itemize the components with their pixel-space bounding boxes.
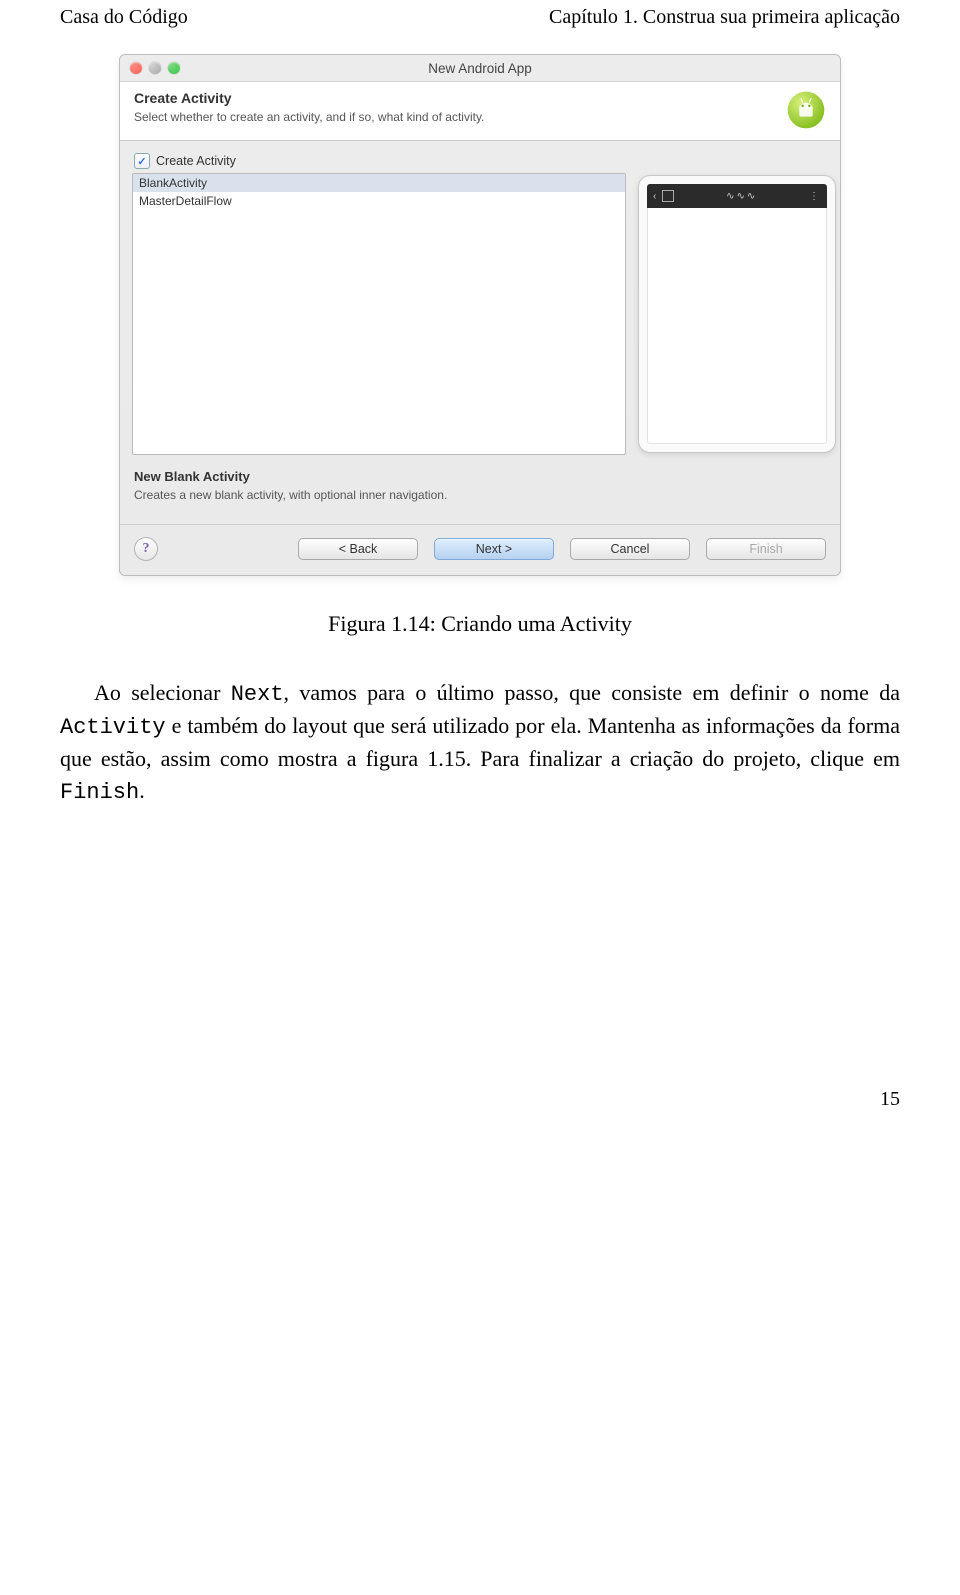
wizard-dialog: New Android App Create Activity Select w… xyxy=(119,54,841,576)
finish-button: Finish xyxy=(706,538,826,560)
preview-body xyxy=(647,208,827,444)
next-button[interactable]: Next > xyxy=(434,538,554,560)
android-icon xyxy=(786,90,826,130)
desc-sub: Creates a new blank activity, with optio… xyxy=(134,488,828,502)
back-icon: ‹ xyxy=(653,191,656,202)
app-icon xyxy=(662,190,674,202)
titlebar: New Android App xyxy=(120,55,840,82)
cancel-button[interactable]: Cancel xyxy=(570,538,690,560)
checkbox-label: Create Activity xyxy=(156,154,236,168)
list-item[interactable]: MasterDetailFlow xyxy=(133,192,625,210)
header-left: Casa do Código xyxy=(60,6,188,29)
figure-caption: Figura 1.14: Criando uma Activity xyxy=(60,611,900,637)
header-right: Capítulo 1. Construa sua primeira aplica… xyxy=(549,6,900,29)
help-button[interactable]: ? xyxy=(134,537,158,561)
title-placeholder-icon: ∿∿∿ xyxy=(680,191,803,202)
code-activity: Activity xyxy=(60,715,166,740)
checkbox-icon: ✓ xyxy=(134,153,150,169)
window-title: New Android App xyxy=(120,61,840,76)
create-activity-checkbox[interactable]: ✓ Create Activity xyxy=(132,149,626,173)
desc-heading: New Blank Activity xyxy=(134,469,828,484)
banner-sub: Select whether to create an activity, an… xyxy=(134,110,484,124)
paragraph: Ao selecionar Next, vamos para o último … xyxy=(60,677,900,808)
overflow-icon: ⋮ xyxy=(809,191,821,202)
page-number: 15 xyxy=(60,1088,900,1111)
close-icon[interactable] xyxy=(130,62,142,74)
activity-type-list[interactable]: BlankActivity MasterDetailFlow xyxy=(132,173,626,455)
help-icon: ? xyxy=(143,541,150,557)
banner-heading: Create Activity xyxy=(134,90,484,106)
body-text: Ao selecionar Next, vamos para o último … xyxy=(60,677,900,808)
zoom-icon[interactable] xyxy=(168,62,180,74)
activity-description: New Blank Activity Creates a new blank a… xyxy=(120,455,840,524)
code-next: Next xyxy=(231,682,284,707)
list-item[interactable]: BlankActivity xyxy=(133,174,625,192)
minimize-icon xyxy=(149,62,161,74)
activity-preview: ‹ ∿∿∿ ⋮ xyxy=(638,175,836,453)
button-row: ? < Back Next > Cancel Finish xyxy=(120,525,840,575)
code-finish: Finish xyxy=(60,780,139,805)
back-button[interactable]: < Back xyxy=(298,538,418,560)
running-header: Casa do Código Capítulo 1. Construa sua … xyxy=(60,6,900,29)
wizard-banner: Create Activity Select whether to create… xyxy=(120,82,840,141)
